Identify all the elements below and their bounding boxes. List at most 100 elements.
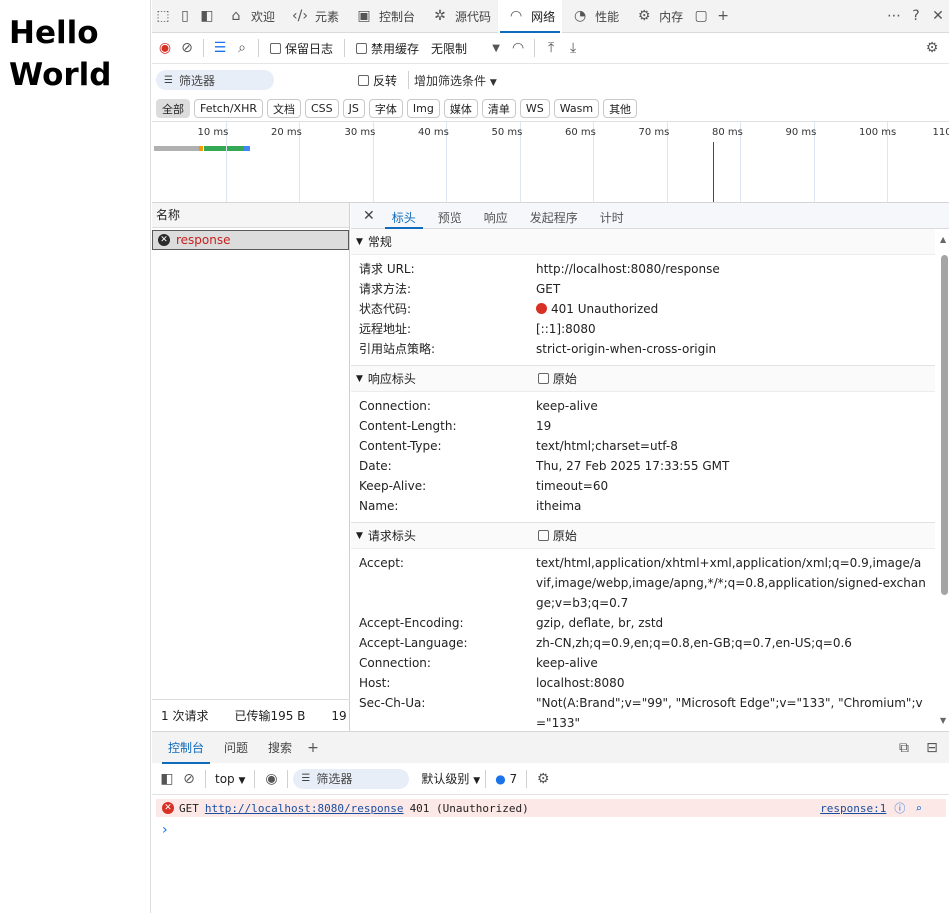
filter-icon: ☰ bbox=[164, 74, 173, 86]
search-icon[interactable]: ⌕ bbox=[231, 37, 253, 59]
record-icon[interactable]: ◉ bbox=[154, 37, 176, 59]
type-filter-button[interactable]: 其他 bbox=[603, 99, 638, 118]
context-select[interactable]: top ▼ bbox=[215, 772, 245, 786]
column-header-name[interactable]: 名称 bbox=[152, 203, 349, 228]
detail-tab[interactable]: 发起程序 bbox=[519, 203, 589, 229]
gauge-icon: ◔ bbox=[573, 8, 587, 24]
detail-tab[interactable]: 响应 bbox=[473, 203, 519, 229]
header-key: Content-Type: bbox=[359, 439, 442, 453]
type-filter-button[interactable]: Fetch/XHR bbox=[194, 99, 263, 118]
console-filter-input[interactable]: ☰ 筛选器 bbox=[293, 768, 410, 789]
eye-icon[interactable]: ◉ bbox=[260, 768, 282, 790]
drawer-tab[interactable]: 控制台 bbox=[158, 732, 214, 764]
heading-line-2: World bbox=[9, 57, 112, 93]
detail-tab[interactable]: 标头 bbox=[381, 203, 427, 229]
add-tab-icon[interactable]: + bbox=[712, 5, 734, 27]
checkbox-box[interactable] bbox=[537, 530, 549, 541]
settings-icon[interactable]: ⚙ bbox=[921, 37, 943, 59]
section-header-request-headers[interactable]: ▼ 请求标头 原始 bbox=[351, 523, 935, 549]
device-toolbar-icon[interactable]: ▯ bbox=[174, 5, 196, 27]
vertical-scrollbar[interactable]: ▲ ▼ bbox=[939, 235, 949, 725]
search-icon[interactable]: ⌕ bbox=[915, 802, 922, 815]
filter-input[interactable]: ☰ 筛选器 bbox=[156, 70, 274, 90]
close-detail-icon[interactable]: ✕ bbox=[363, 208, 375, 224]
detail-tab[interactable]: 计时 bbox=[589, 203, 635, 229]
console-settings-icon[interactable]: ⚙ bbox=[532, 768, 554, 790]
tab-network[interactable]: ◠ 网络 bbox=[498, 0, 563, 33]
more-filters-dropdown[interactable]: 增加筛选条件 ▼ bbox=[414, 72, 497, 89]
type-filter-button[interactable]: Wasm bbox=[553, 99, 600, 118]
more-icon[interactable]: ⋯ bbox=[883, 5, 905, 27]
type-filter-button[interactable]: Img bbox=[406, 99, 440, 118]
devtools-panel: ⬚ ▯ ◧ ⌂ 欢迎 ‹/› 元素 ▣ 控制台 ✲ 源代码 ◠ 网络 ◔ 性能 ⚙ 内存 ▢ … bbox=[152, 0, 949, 913]
detail-tab[interactable]: 预览 bbox=[427, 203, 473, 229]
header-value: Thu, 27 Feb 2025 17:33:55 GMT bbox=[536, 456, 926, 476]
inspect-icon[interactable]: ⬚ bbox=[152, 5, 174, 27]
info-icon[interactable]: ⓘ bbox=[894, 800, 905, 816]
checkbox-box[interactable] bbox=[270, 42, 281, 54]
clear-icon[interactable]: ⊘ bbox=[176, 37, 198, 59]
header-key: Date: bbox=[359, 459, 392, 473]
import-har-icon[interactable]: ⤒ bbox=[540, 37, 562, 59]
application-icon[interactable]: ▢ bbox=[690, 5, 712, 27]
tab-elements[interactable]: ‹/› 元素 bbox=[282, 0, 346, 33]
raw-checkbox[interactable]: 原始 bbox=[537, 370, 577, 387]
type-filter-button[interactable]: 清单 bbox=[481, 99, 516, 118]
header-value-text: keep-alive bbox=[536, 656, 598, 670]
issues-badge[interactable]: ● 7 bbox=[495, 772, 517, 786]
header-key: Accept-Language: bbox=[359, 636, 468, 650]
header-value-text: Thu, 27 Feb 2025 17:33:55 GMT bbox=[536, 459, 730, 473]
dock-drawer-icon[interactable]: ⧉ bbox=[893, 737, 915, 759]
close-icon[interactable]: ✕ bbox=[927, 5, 949, 27]
raw-checkbox[interactable]: 原始 bbox=[537, 527, 577, 544]
header-row: Connection: keep-alive bbox=[351, 396, 935, 416]
header-value-text: [::1]:8080 bbox=[536, 322, 596, 336]
error-url-link[interactable]: http://localhost:8080/response bbox=[205, 802, 404, 815]
clear-console-icon[interactable]: ⊘ bbox=[178, 768, 200, 790]
tab-console[interactable]: ▣ 控制台 bbox=[346, 0, 422, 33]
log-level-select[interactable]: 默认级别 ▼ bbox=[421, 770, 480, 787]
error-source-link[interactable]: response:1 bbox=[820, 802, 886, 815]
type-filter-button[interactable]: 文档 bbox=[266, 99, 301, 118]
help-icon[interactable]: ? bbox=[905, 5, 927, 27]
timeline-overview[interactable]: 10 ms 20 ms 30 ms 40 ms 50 ms 60 ms 70 ms 80 ms… bbox=[152, 121, 949, 203]
checkbox-box[interactable] bbox=[537, 373, 549, 384]
preserve-log-checkbox[interactable]: 保留日志 bbox=[270, 40, 333, 57]
tab-sources[interactable]: ✲ 源代码 bbox=[422, 0, 498, 33]
type-filter-button[interactable]: 字体 bbox=[368, 99, 403, 118]
network-conditions-icon[interactable]: ◠ bbox=[507, 37, 529, 59]
header-row: Accept: text/html,application/xhtml+xml,a… bbox=[351, 553, 935, 613]
type-filter-button[interactable]: CSS bbox=[304, 99, 339, 118]
checkbox-box[interactable] bbox=[358, 74, 369, 86]
scroll-down-icon[interactable]: ▼ bbox=[940, 716, 946, 725]
dock-icon[interactable]: ◧ bbox=[196, 5, 218, 27]
type-filter-button[interactable]: 全部 bbox=[156, 99, 190, 118]
scrollbar-thumb[interactable] bbox=[941, 255, 948, 595]
section-body: 请求 URL: http://localhost:8080/response 请求方… bbox=[351, 255, 935, 366]
status-dot-icon bbox=[536, 303, 547, 314]
close-drawer-icon[interactable]: ⊟ bbox=[921, 737, 943, 759]
type-filter-button[interactable]: WS bbox=[519, 99, 550, 118]
tab-performance[interactable]: ◔ 性能 bbox=[562, 0, 626, 33]
scroll-up-icon[interactable]: ▲ bbox=[940, 235, 946, 244]
export-har-icon[interactable]: ⤓ bbox=[562, 37, 584, 59]
checkbox-box[interactable] bbox=[356, 42, 368, 54]
section-header-response-headers[interactable]: ▼ 响应标头 原始 bbox=[351, 366, 935, 392]
drawer-tab[interactable]: 搜索 bbox=[258, 732, 302, 764]
drawer-tab[interactable]: 问题 bbox=[214, 732, 258, 764]
throttle-select[interactable]: 无限制 bbox=[431, 40, 467, 57]
disable-cache-checkbox[interactable]: 禁用缓存 bbox=[356, 40, 419, 57]
table-row[interactable]: ✕ response bbox=[152, 230, 349, 250]
tab-memory[interactable]: ⚙ 内存 bbox=[626, 0, 690, 33]
type-filter-button[interactable]: 媒体 bbox=[443, 99, 478, 118]
section-header-general[interactable]: ▼ 常规 bbox=[351, 229, 935, 255]
type-filter-button[interactable]: JS bbox=[342, 99, 365, 118]
console-prompt-icon[interactable]: › bbox=[162, 822, 168, 838]
filter-toggle-icon[interactable]: ☰ bbox=[209, 37, 231, 59]
tab-welcome[interactable]: ⌂ 欢迎 bbox=[218, 0, 282, 33]
sidebar-toggle-icon[interactable]: ◧ bbox=[156, 768, 178, 790]
add-drawer-tab-icon[interactable]: + bbox=[302, 737, 324, 759]
invert-checkbox[interactable]: 反转 bbox=[358, 72, 397, 89]
timeline-bar-download bbox=[204, 146, 244, 151]
chevron-down-icon[interactable]: ▼ bbox=[485, 37, 507, 59]
